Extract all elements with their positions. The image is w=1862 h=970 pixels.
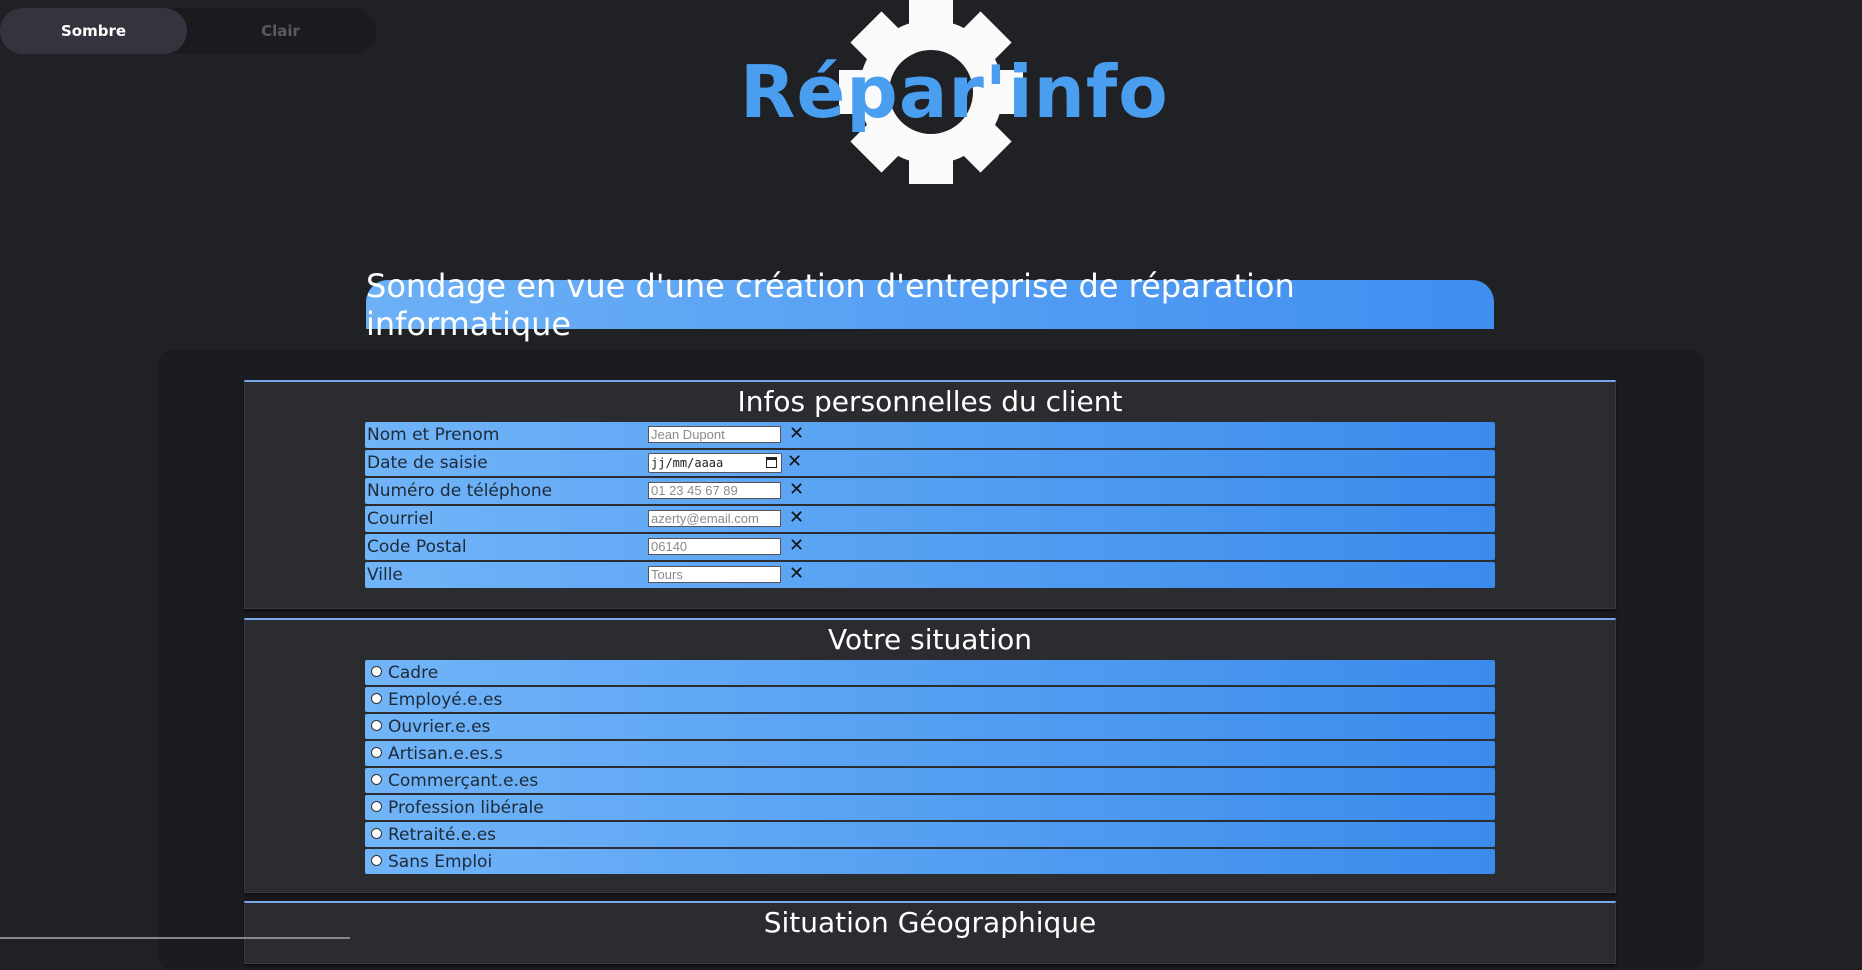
clear-icon[interactable]: ✕ (789, 563, 804, 584)
section-heading: Situation Géographique (763, 906, 1097, 939)
logo-text: Répar'info (740, 50, 1169, 134)
radio-button[interactable] (371, 720, 382, 731)
field-row-email: Courriel ✕ (365, 506, 1495, 532)
section-heading: Infos personnelles du client (737, 385, 1123, 418)
field-row-date: Date de saisie jj/mm/aaaa ✕ (365, 450, 1495, 476)
section-situation: Votre situation Cadre Employé.e.es Ouvri… (244, 618, 1616, 893)
theme-light-button[interactable]: Clair (187, 8, 374, 54)
section-heading: Votre situation (828, 623, 1032, 656)
option-label: Cadre (388, 662, 439, 683)
phone-input[interactable] (648, 482, 781, 499)
clear-icon[interactable]: ✕ (789, 535, 804, 556)
option-label: Profession libérale (388, 797, 544, 818)
survey-title-banner: Sondage en vue d'une création d'entrepri… (366, 267, 1494, 343)
option-label: Sans Emploi (388, 851, 493, 872)
logo: Répar'info (740, 0, 1169, 190)
field-label: Nom et Prenom (367, 425, 500, 445)
situation-option[interactable]: Sans Emploi (365, 849, 1495, 874)
situation-option[interactable]: Retraité.e.es (365, 822, 1495, 847)
clear-icon[interactable]: ✕ (789, 423, 804, 444)
radio-button[interactable] (371, 774, 382, 785)
theme-dark-button[interactable]: Sombre (0, 8, 187, 54)
name-input[interactable] (648, 426, 781, 443)
situation-option[interactable]: Ouvrier.e.es (365, 714, 1495, 739)
section-personal-info: Infos personnelles du client Nom et Pren… (244, 380, 1616, 609)
situation-option[interactable]: Artisan.e.es.s (365, 741, 1495, 766)
option-label: Artisan.e.es.s (388, 743, 503, 764)
field-label: Code Postal (367, 537, 467, 557)
clear-icon[interactable]: ✕ (789, 479, 804, 500)
radio-button[interactable] (371, 801, 382, 812)
radio-button[interactable] (371, 747, 382, 758)
date-placeholder: jj/mm/aaaa (651, 456, 724, 470)
situation-option[interactable]: Employé.e.es (365, 687, 1495, 712)
radio-button[interactable] (371, 666, 382, 677)
field-label: Numéro de téléphone (367, 481, 553, 501)
field-row-city: Ville ✕ (365, 562, 1495, 588)
field-row-phone: Numéro de téléphone ✕ (365, 478, 1495, 504)
option-label: Commerçant.e.es (388, 770, 539, 791)
situation-option[interactable]: Commerçant.e.es (365, 768, 1495, 793)
radio-button[interactable] (371, 828, 382, 839)
field-label: Ville (367, 565, 403, 585)
postal-code-input[interactable] (648, 538, 781, 555)
clear-icon[interactable]: ✕ (789, 507, 804, 528)
city-input[interactable] (648, 566, 781, 583)
situation-option[interactable]: Cadre (365, 660, 1495, 685)
field-row-postal-code: Code Postal ✕ (365, 534, 1495, 560)
field-label: Date de saisie (367, 453, 488, 473)
survey-form: Infos personnelles du client Nom et Pren… (158, 350, 1704, 970)
field-label: Courriel (367, 509, 434, 529)
radio-button[interactable] (371, 855, 382, 866)
field-row-name: Nom et Prenom ✕ (365, 422, 1495, 448)
section-geography: Situation Géographique (244, 901, 1616, 964)
email-input[interactable] (648, 510, 781, 527)
calendar-icon[interactable] (766, 457, 777, 468)
option-label: Employé.e.es (388, 689, 503, 710)
page-title: Sondage en vue d'une création d'entrepri… (366, 266, 1295, 343)
option-label: Retraité.e.es (388, 824, 497, 845)
theme-switch: Sombre Clair (0, 8, 376, 54)
clear-icon[interactable]: ✕ (787, 451, 802, 472)
situation-option[interactable]: Profession libérale (365, 795, 1495, 820)
option-label: Ouvrier.e.es (388, 716, 491, 737)
radio-button[interactable] (371, 693, 382, 704)
date-input[interactable]: jj/mm/aaaa (648, 453, 782, 473)
